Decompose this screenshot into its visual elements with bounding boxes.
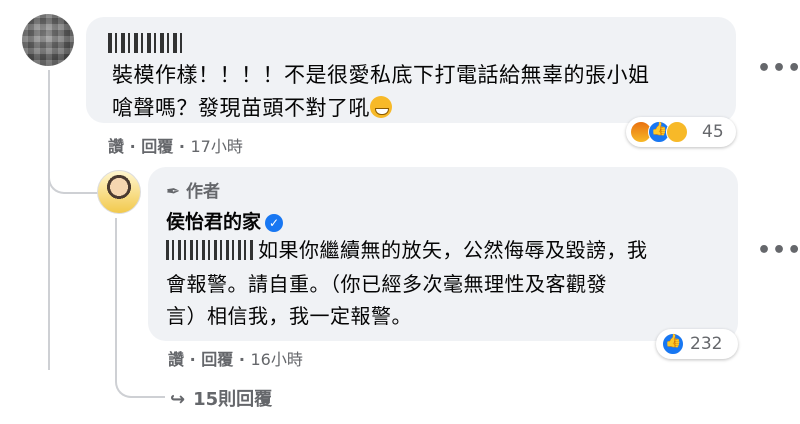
like-action[interactable]: 讚	[168, 350, 184, 369]
separator: ·	[129, 137, 142, 156]
reply-action[interactable]: 回覆	[141, 137, 173, 156]
reaction-count: 232	[690, 334, 723, 354]
commenter-avatar[interactable]	[22, 14, 74, 66]
like-action[interactable]: 讚	[108, 137, 124, 156]
reaction-summary[interactable]: 232	[656, 329, 738, 359]
reaction-count: 45	[702, 122, 724, 142]
reply-bubble: ✒ 作者 侯怡君的家 ✓ 如果你繼續無的放矢，公然侮辱及毀謗，我 會報警。請自重。（…	[148, 167, 738, 341]
thread-connector	[48, 150, 100, 194]
page-name[interactable]: 侯怡君的家 ✓	[166, 207, 284, 234]
reply-action[interactable]: 回覆	[201, 350, 233, 369]
more-options-icon[interactable]: •••	[757, 238, 800, 263]
comment-timestamp[interactable]: 17小時	[191, 137, 243, 156]
page-name-text: 侯怡君的家	[166, 211, 262, 233]
commenter-name-redacted[interactable]	[108, 33, 186, 53]
author-badge: ✒ 作者	[166, 177, 220, 202]
reply-text-segment: 如果你繼續無的放矢，公然侮辱及毀謗，我	[258, 238, 648, 262]
comment-bubble: 裝模作樣！！！！不是很愛私底下打電話給無辜的張小姐 嗆聲嗎？發現苗頭不對了吼	[86, 17, 736, 123]
thread-connector-more	[115, 360, 165, 398]
reply-arrow-icon: ↪	[170, 389, 186, 410]
reply-text-line: 會報警。請自重。（你已經多次毫無理性及客觀發	[166, 272, 607, 296]
author-badge-label: 作者	[186, 182, 220, 202]
reply-actions: 讚 · 回覆 · 16小時	[168, 346, 303, 370]
grin-emoji-icon	[370, 96, 392, 118]
separator: ·	[189, 350, 202, 369]
verified-badge-icon: ✓	[265, 214, 284, 232]
view-more-replies-link[interactable]: ↪ 15則回覆	[170, 385, 272, 411]
separator: ·	[178, 137, 191, 156]
reply-text-line: 如果你繼續無的放矢，公然侮辱及毀謗，我	[166, 235, 648, 265]
like-icon	[662, 333, 684, 355]
pen-icon: ✒	[166, 182, 181, 202]
mentioned-name-redacted[interactable]	[166, 240, 254, 260]
comment-text-segment: 嗆聲嗎？發現苗頭不對了吼	[112, 96, 370, 120]
more-replies-label: 15則回覆	[193, 389, 273, 410]
thread-line-nested	[115, 218, 117, 378]
reaction-summary[interactable]: 45	[626, 117, 736, 147]
comment-actions: 讚 · 回覆 · 17小時	[108, 133, 243, 157]
more-options-icon[interactable]: •••	[757, 56, 800, 81]
reply-timestamp[interactable]: 16小時	[251, 350, 303, 369]
separator: ·	[238, 350, 251, 369]
reply-text-line: 言）相信我，我一定報警。	[166, 304, 412, 328]
author-avatar[interactable]	[97, 170, 141, 214]
comment-text-line: 嗆聲嗎？發現苗頭不對了吼	[112, 92, 392, 124]
haha-icon	[666, 121, 688, 143]
thread-line	[48, 70, 50, 370]
comment-text-line: 裝模作樣！！！！不是很愛私底下打電話給無辜的張小姐	[112, 63, 650, 87]
